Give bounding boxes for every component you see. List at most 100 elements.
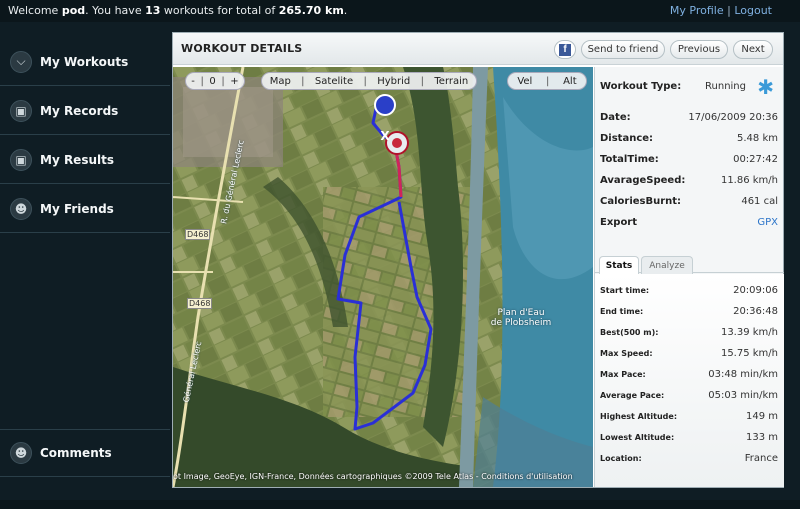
tab-analyze[interactable]: Analyze [641, 256, 693, 274]
welcome-message: Welcome pod. You have 13 workouts for to… [8, 4, 347, 17]
summary-row: AvarageSpeed: 11.86 km/h [600, 175, 778, 189]
stat-value: 03:48 min/km [708, 369, 778, 380]
map-type-map[interactable]: Map [265, 76, 296, 87]
summary-row: CaloriesBurnt: 461 cal [600, 196, 778, 210]
previous-button[interactable]: Previous [670, 40, 728, 59]
stat-row: Max Pace: 03:48 min/km [600, 369, 778, 382]
road-label-d468-north: D468 [185, 229, 211, 240]
username: pod [61, 4, 86, 17]
stat-value: 20:09:06 [733, 285, 778, 296]
route-map[interactable]: Plan d'Eau de Plobsheim D468 D468 R. du … [173, 67, 593, 487]
workout-type-row: Workout Type: Running ✱ [600, 75, 778, 99]
stat-label: Average Pace: [600, 391, 665, 400]
send-to-friend-button[interactable]: Send to friend [581, 40, 665, 59]
overlay-velocity[interactable]: Vel [512, 76, 537, 87]
place-label: Plan d'Eau de Plobsheim [490, 308, 552, 328]
summary-row-label: AvarageSpeed: [600, 175, 686, 186]
next-button[interactable]: Next [733, 40, 773, 59]
stat-value: 13.39 km/h [720, 327, 778, 338]
stat-row: Start time: 20:09:06 [600, 285, 778, 298]
map-type-hybrid[interactable]: Hybrid [372, 76, 415, 87]
stat-row: Best(500 m): 13.39 km/h [600, 327, 778, 340]
summary-row: Distance: 5.48 km [600, 133, 778, 147]
stats-tabs: Stats Analyze [595, 253, 784, 275]
sidebar-item-comments[interactable]: ☻ Comments [0, 429, 170, 477]
link-separator: | [727, 4, 731, 17]
summary-row-label: Distance: [600, 133, 654, 144]
overlay-control: Vel | Alt [507, 72, 587, 90]
map-type-terrain[interactable]: Terrain [429, 76, 473, 87]
sidebar-item-label: My Workouts [40, 54, 129, 69]
summary-row-value: 11.86 km/h [720, 175, 778, 186]
stat-label: Best(500 m): [600, 328, 659, 337]
stat-row: Average Pace: 05:03 min/km [600, 390, 778, 403]
top-bar: Welcome pod. You have 13 workouts for to… [0, 0, 800, 22]
facebook-icon: f [559, 43, 571, 56]
summary-row-value: 00:27:42 [733, 154, 778, 165]
tab-stats[interactable]: Stats [599, 256, 639, 275]
stat-label: Max Speed: [600, 349, 653, 358]
workout-details-panel: WORKOUT DETAILS f Send to friend Previou… [172, 32, 784, 488]
results-icon: ▣ [10, 148, 32, 171]
summary-row-value: 5.48 km [737, 133, 778, 144]
shoe-icon: ⌵ [10, 50, 32, 73]
road-label-d468-south: D468 [187, 298, 213, 309]
sidebar-item-label: My Friends [40, 201, 114, 216]
sidebar-item-my-workouts[interactable]: ⌵ My Workouts [0, 38, 170, 86]
stat-label: Location: [600, 454, 642, 463]
map-type-control: Map | Satelite | Hybrid | Terrain [261, 72, 477, 90]
stats-tab-content: Start time: 20:09:06 End time: 20:36:48 Be… [595, 274, 784, 487]
stat-value: France [744, 453, 778, 464]
page-title: WORKOUT DETAILS [181, 42, 303, 55]
stat-row: Highest Altitude: 149 m [600, 411, 778, 424]
zoom-level: 0 [209, 75, 216, 87]
runner-icon: ✱ [757, 75, 774, 99]
panel-header: WORKOUT DETAILS f Send to friend Previou… [173, 33, 783, 65]
stat-value: 149 m [745, 411, 778, 422]
sidebar-item-my-friends[interactable]: ☻ My Friends [0, 185, 170, 233]
export-label: Export [600, 217, 638, 228]
zoom-in-button[interactable]: + [225, 76, 243, 87]
map-copyright: ot Image, GeoEye, IGN-France, Données ca… [173, 472, 573, 481]
logout-link[interactable]: Logout [734, 4, 772, 17]
stat-label: Start time: [600, 286, 650, 295]
sidebar-item-label: Comments [40, 446, 112, 460]
summary-row-label: CaloriesBurnt: [600, 196, 682, 207]
zoom-control: - | 0 | + [185, 72, 245, 90]
export-row: Export GPX [600, 217, 778, 231]
workout-type-label: Workout Type: [600, 81, 682, 92]
stat-value: 20:36:48 [733, 306, 778, 317]
workout-count: 13 [145, 4, 161, 17]
summary-row-value: 17/06/2009 20:36 [688, 112, 778, 123]
sidebar: ⌵ My Workouts ▣ My Records ▣ My Results … [0, 38, 172, 500]
workout-type-value: Running [705, 81, 746, 92]
facebook-share-button[interactable]: f [554, 40, 576, 59]
summary-row: Date: 17/06/2009 20:36 [600, 112, 778, 126]
sidebar-item-my-records[interactable]: ▣ My Records [0, 87, 170, 135]
stat-label: Max Pace: [600, 370, 646, 379]
stat-label: Lowest Altitude: [600, 433, 675, 442]
welcome-prefix: Welcome [8, 4, 62, 17]
export-gpx-link[interactable]: GPX [757, 217, 778, 228]
my-profile-link[interactable]: My Profile [670, 4, 724, 17]
stat-value: 133 m [745, 432, 778, 443]
stat-label: End time: [600, 307, 644, 316]
stat-value: 05:03 min/km [708, 390, 778, 401]
sidebar-item-label: My Results [40, 152, 114, 167]
summary-row-label: TotalTime: [600, 154, 659, 165]
summary-row-value: 461 cal [741, 196, 778, 207]
welcome-suffix: . [343, 4, 348, 17]
summary-row-label: Date: [600, 112, 631, 123]
start-marker[interactable]: X [378, 129, 392, 143]
stat-row: Lowest Altitude: 133 m [600, 432, 778, 445]
zoom-out-button[interactable]: - [186, 76, 200, 87]
person-icon: ☻ [10, 442, 32, 464]
overlay-altitude[interactable]: Alt [558, 76, 582, 87]
sidebar-item-my-results[interactable]: ▣ My Results [0, 136, 170, 184]
stat-row: Max Speed: 15.75 km/h [600, 348, 778, 361]
summary-row: TotalTime: 00:27:42 [600, 154, 778, 168]
person-icon: ☻ [10, 197, 32, 220]
workout-summary: Workout Type: Running ✱ Date: 17/06/2009… [594, 67, 784, 487]
records-icon: ▣ [10, 99, 32, 122]
map-type-satelite[interactable]: Satelite [310, 76, 358, 87]
